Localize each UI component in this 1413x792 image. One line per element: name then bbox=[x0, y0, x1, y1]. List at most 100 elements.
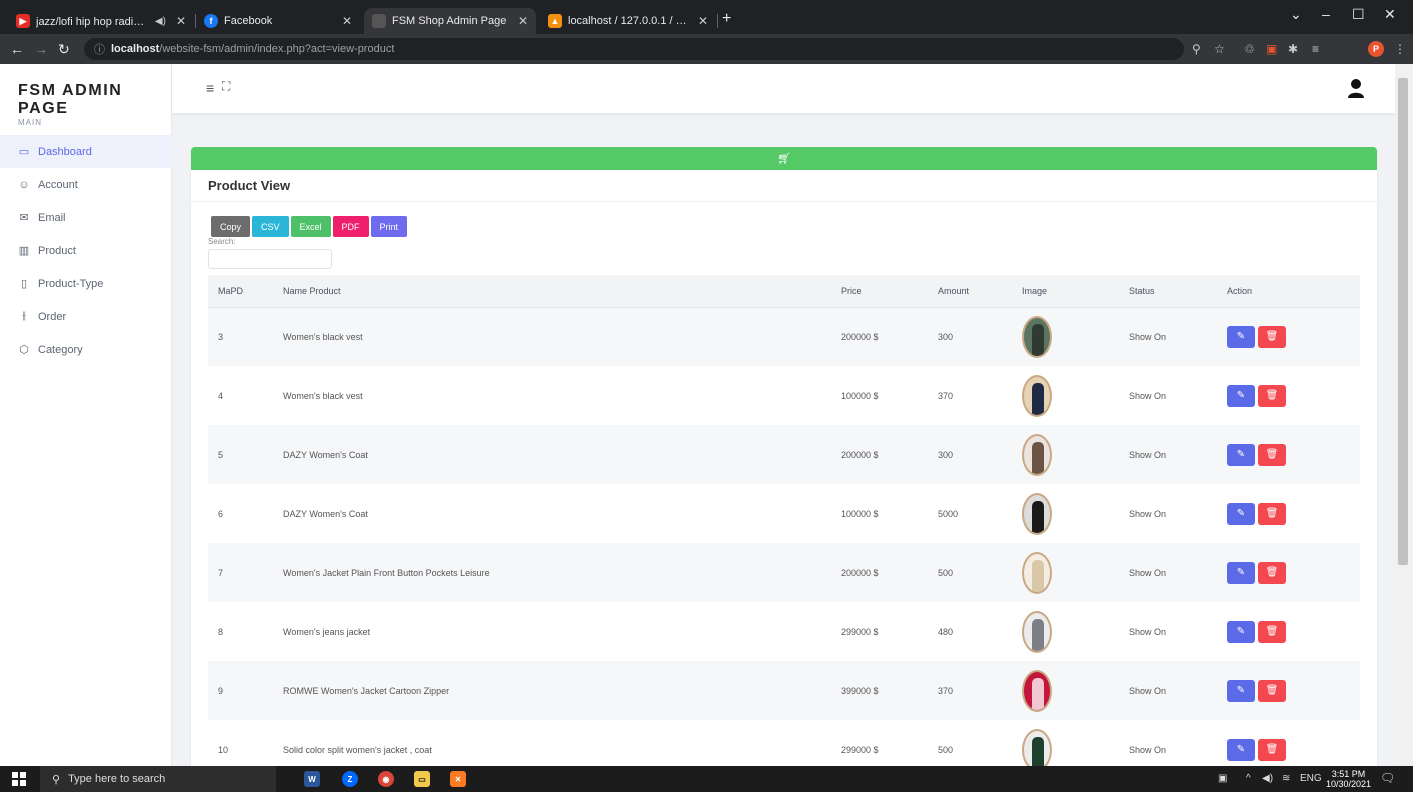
task-view-icon[interactable]: ▣ bbox=[1218, 773, 1227, 784]
media-icon[interactable]: ≡ bbox=[1312, 42, 1319, 56]
cell-image bbox=[1022, 661, 1129, 720]
cell-product-name: Women's black vest bbox=[283, 331, 363, 342]
edit-button[interactable]: ✎ bbox=[1227, 443, 1255, 466]
column-header-amount[interactable]: Amount bbox=[938, 275, 1022, 308]
extension-icon[interactable]: ▣ bbox=[1266, 42, 1277, 56]
tab-search-icon[interactable]: ⌄ bbox=[1290, 6, 1302, 23]
delete-button[interactable]: 🗑︎ bbox=[1258, 443, 1286, 466]
cell-price: 299000 $ bbox=[841, 626, 879, 637]
tab-phpmyadmin[interactable]: ▲ localhost / 127.0.0.1 / websitefsm ✕ bbox=[540, 8, 716, 34]
column-header-status[interactable]: Status bbox=[1129, 275, 1227, 308]
hamburger-menu-icon[interactable]: ≡ bbox=[206, 80, 214, 96]
address-bar[interactable]: ⓘ localhost /website-fsm/admin/index.php… bbox=[84, 38, 1184, 60]
scrollbar-thumb[interactable] bbox=[1398, 78, 1408, 565]
profile-avatar[interactable]: P bbox=[1368, 41, 1384, 57]
sidebar-item-account[interactable]: ☺ Account bbox=[0, 168, 172, 201]
notification-icon[interactable]: 🗨︎ bbox=[1380, 771, 1395, 785]
info-icon[interactable]: ⓘ bbox=[94, 41, 105, 57]
user-avatar-icon[interactable] bbox=[1347, 78, 1365, 98]
delete-button[interactable]: 🗑︎ bbox=[1258, 738, 1286, 761]
delete-button[interactable]: 🗑︎ bbox=[1258, 384, 1286, 407]
extension-icon[interactable]: ♲ bbox=[1244, 42, 1255, 56]
edit-button[interactable]: ✎ bbox=[1227, 620, 1255, 643]
column-header-name[interactable]: Name Product bbox=[283, 275, 841, 308]
tray-chevron-icon[interactable]: ^ bbox=[1246, 773, 1251, 784]
delete-button[interactable]: 🗑︎ bbox=[1258, 325, 1286, 348]
close-tab-icon[interactable]: ✕ bbox=[176, 14, 186, 28]
product-figure bbox=[1032, 441, 1044, 474]
back-icon[interactable]: ← bbox=[10, 41, 24, 57]
product-figure bbox=[1032, 618, 1044, 651]
delete-button[interactable]: 🗑︎ bbox=[1258, 502, 1286, 525]
reload-icon[interactable]: ↻ bbox=[58, 41, 70, 58]
pdf-button[interactable]: PDF bbox=[332, 216, 369, 237]
close-tab-icon[interactable]: ✕ bbox=[518, 14, 528, 28]
column-header-action[interactable]: Action bbox=[1227, 275, 1360, 308]
chrome-icon[interactable]: ◉ bbox=[378, 771, 394, 787]
windows-start-icon[interactable] bbox=[12, 772, 26, 786]
sidebar-item-product-type[interactable]: ▯ Product-Type bbox=[0, 267, 172, 300]
fullscreen-icon[interactable]: ⛶ bbox=[222, 79, 230, 94]
taskbar-search[interactable]: ⚲ Type here to search bbox=[40, 766, 276, 792]
new-tab-icon[interactable]: + bbox=[722, 10, 731, 28]
column-header-image[interactable]: Image bbox=[1022, 275, 1129, 308]
tab-fsm-shop-admin[interactable]: FSM Shop Admin Page ✕ bbox=[364, 8, 536, 34]
sidebar-item-dashboard[interactable]: ▭ Dashboard bbox=[0, 135, 172, 168]
forward-icon[interactable]: → bbox=[34, 41, 48, 57]
sidebar-item-order[interactable]: ⫲ Order bbox=[0, 300, 172, 333]
print-button[interactable]: Print bbox=[370, 216, 408, 237]
edit-button[interactable]: ✎ bbox=[1227, 325, 1255, 348]
taskbar-clock[interactable]: 3:51 PM 10/30/2021 bbox=[1326, 769, 1371, 789]
minimize-icon[interactable]: – bbox=[1322, 6, 1330, 22]
word-icon[interactable]: W bbox=[304, 771, 320, 787]
column-header-price[interactable]: Price bbox=[841, 275, 938, 308]
language-indicator[interactable]: ENG bbox=[1300, 773, 1322, 784]
box-icon: ⬡ bbox=[19, 344, 29, 356]
tab-facebook[interactable]: f Facebook ✕ bbox=[196, 8, 360, 34]
cell-product-name: Women's jeans jacket bbox=[283, 626, 371, 637]
section-label: MAIN bbox=[18, 118, 42, 127]
brand-title[interactable]: FSM ADMIN PAGE bbox=[18, 82, 171, 118]
delete-button[interactable]: 🗑︎ bbox=[1258, 620, 1286, 643]
delete-button[interactable]: 🗑︎ bbox=[1258, 561, 1286, 584]
cell-action: ✎ 🗑︎ bbox=[1227, 307, 1360, 366]
windows-taskbar: ⚲ Type here to search W Z ◉ ▭ ✕ ▣ ^ ◀) ≋… bbox=[0, 766, 1413, 792]
speaker-icon[interactable]: ◀) bbox=[155, 16, 166, 27]
edit-button[interactable]: ✎ bbox=[1227, 738, 1255, 761]
zalo-icon[interactable]: Z bbox=[342, 771, 358, 787]
pencil-icon: ✎ bbox=[1236, 626, 1246, 637]
pencil-icon: ✎ bbox=[1236, 685, 1246, 696]
tab-youtube[interactable]: ▶ jazz/lofi hip hop radio 🍸 chil ◀) ✕ bbox=[8, 8, 194, 34]
xampp-icon[interactable]: ✕ bbox=[450, 771, 466, 787]
close-tab-icon[interactable]: ✕ bbox=[342, 14, 352, 28]
sidebar-item-email[interactable]: ✉ Email bbox=[0, 201, 172, 234]
puzzle-icon[interactable]: ✱ bbox=[1288, 42, 1298, 56]
maximize-icon[interactable]: ☐ bbox=[1352, 6, 1365, 23]
cell-product-name: Women's black vest bbox=[283, 390, 363, 401]
zoom-icon[interactable]: ⚲ bbox=[1192, 42, 1201, 56]
table-row: 6 DAZY Women's Coat 100000 $ 5000 Show On ✎ 🗑︎ bbox=[208, 484, 1360, 543]
search-input[interactable] bbox=[208, 249, 332, 269]
cell-price: 200000 $ bbox=[841, 449, 879, 460]
copy-button[interactable]: Copy bbox=[211, 216, 251, 237]
volume-icon[interactable]: ◀) bbox=[1262, 773, 1273, 784]
product-thumbnail bbox=[1022, 315, 1052, 358]
column-header-mapd[interactable]: MaPD bbox=[208, 275, 283, 308]
csv-button[interactable]: CSV bbox=[252, 216, 289, 237]
bookmark-star-icon[interactable]: ☆ bbox=[1214, 42, 1225, 56]
close-tab-icon[interactable]: ✕ bbox=[698, 14, 708, 28]
wifi-icon[interactable]: ≋ bbox=[1282, 773, 1290, 784]
edit-button[interactable]: ✎ bbox=[1227, 384, 1255, 407]
file-explorer-icon[interactable]: ▭ bbox=[414, 771, 430, 787]
close-window-icon[interactable]: ✕ bbox=[1384, 6, 1396, 23]
edit-button[interactable]: ✎ bbox=[1227, 561, 1255, 584]
excel-button[interactable]: Excel bbox=[290, 216, 331, 237]
edit-button[interactable]: ✎ bbox=[1227, 679, 1255, 702]
menu-icon[interactable]: ⋮ bbox=[1394, 42, 1406, 56]
sidebar-item-category[interactable]: ⬡ Category bbox=[0, 333, 172, 366]
delete-button[interactable]: 🗑︎ bbox=[1258, 679, 1286, 702]
sidebar-item-product[interactable]: ▥ Product bbox=[0, 234, 172, 267]
cell-mapd: 6 bbox=[218, 508, 224, 519]
cell-mapd: 9 bbox=[218, 685, 224, 696]
edit-button[interactable]: ✎ bbox=[1227, 502, 1255, 525]
